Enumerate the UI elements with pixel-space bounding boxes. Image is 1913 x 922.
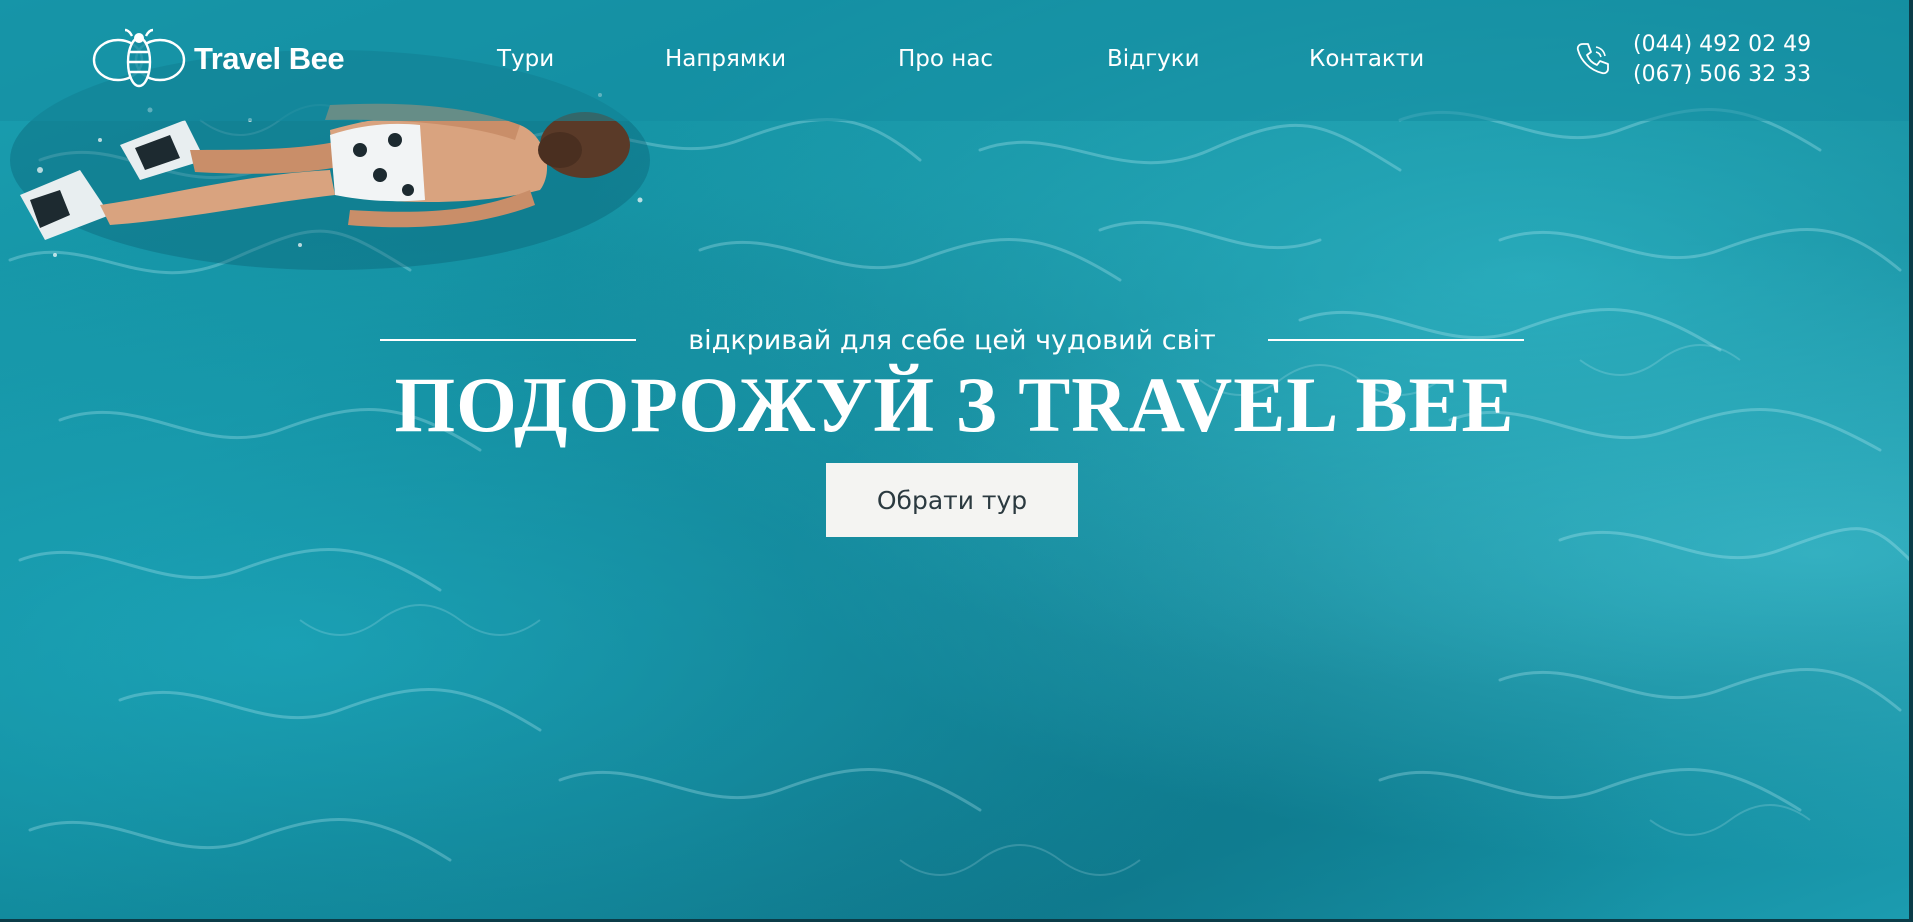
phone-number-2[interactable]: (067) 506 32 33 [1633,60,1811,90]
main-nav: Тури Напрямки Про нас Відгуки Контакти [0,46,1909,76]
landing-page: Travel Bee Тури Напрямки Про нас Відгуки… [0,0,1913,922]
phone-icon [1576,43,1609,75]
hero-water-background [0,0,1913,922]
choose-tour-button[interactable]: Обрати тур [826,463,1078,537]
nav-item-about[interactable]: Про нас [898,46,993,72]
tagline-right-divider [1268,339,1524,341]
page-right-edge [1909,0,1913,922]
hero-tagline: відкривай для себе цей чудовий світ [688,324,1216,356]
phone-numbers: (044) 492 02 49 (067) 506 32 33 [1633,30,1811,90]
phone-number-1[interactable]: (044) 492 02 49 [1633,30,1811,60]
nav-item-tours[interactable]: Тури [497,46,554,72]
nav-item-destinations[interactable]: Напрямки [665,46,786,72]
nav-item-contacts[interactable]: Контакти [1309,46,1424,72]
tagline-row: відкривай для себе цей чудовий світ [380,320,1524,360]
nav-item-reviews[interactable]: Відгуки [1107,46,1200,72]
hero-headline: ПОДОРОЖУЙ З TRAVEL BEE [394,361,1515,448]
site-header: Travel Bee Тури Напрямки Про нас Відгуки… [0,0,1909,121]
tagline-left-divider [380,339,636,341]
